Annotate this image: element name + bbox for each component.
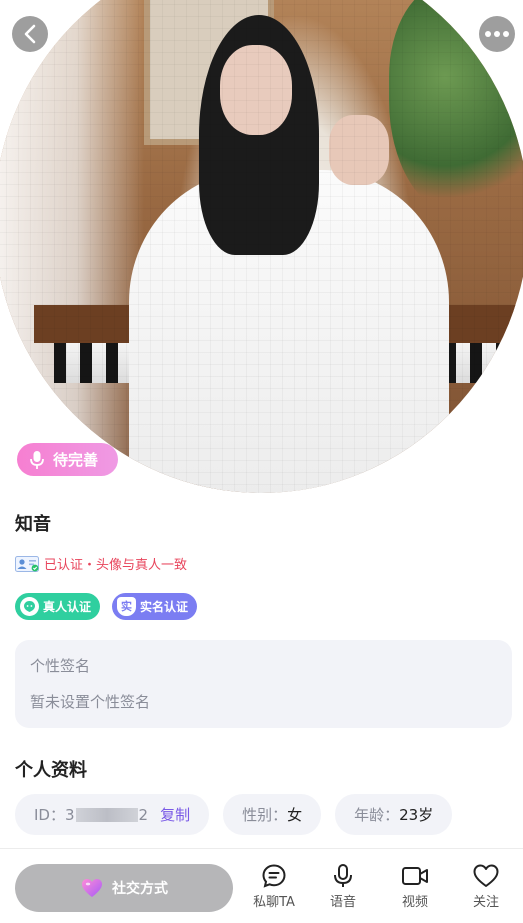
age-label: 年龄：: [354, 806, 400, 824]
profile-name: 知音: [15, 514, 51, 535]
private-chat-button[interactable]: 私聊TA: [244, 863, 304, 910]
age-chip: 年龄： 23岁: [335, 794, 453, 835]
real-name-badge-label: 实名认证: [140, 600, 189, 614]
private-chat-label: 私聊TA: [253, 895, 295, 910]
gender-value: 女: [287, 806, 303, 824]
id-redaction-mask: [75, 807, 138, 822]
voice-call-button[interactable]: 语音: [313, 863, 373, 910]
personal-info-chips: ID：3 2 复制 性别： 女 年龄： 23岁: [15, 794, 466, 835]
gender-label: 性别：: [242, 806, 288, 824]
certification-badges: 真人认证 实 实名认证: [15, 593, 209, 620]
microphone-icon: [334, 864, 352, 887]
microphone-icon: [30, 450, 44, 469]
bottom-action-bar: 社交方式 私聊TA 语音 视频 关注: [0, 848, 523, 923]
verification-text: 已认证・头像与真人一致: [44, 558, 188, 573]
copy-id-button[interactable]: 复制: [160, 804, 190, 825]
real-person-badge[interactable]: 真人认证: [15, 593, 101, 620]
voice-intro-badge[interactable]: 待完善: [17, 443, 118, 476]
profile-hero: 待完善: [0, 0, 523, 493]
pixelation-overlay: [0, 0, 523, 493]
follow-button[interactable]: 关注: [456, 863, 516, 910]
chat-bubble-icon: [262, 864, 286, 888]
back-button[interactable]: [12, 16, 48, 52]
id-chip: ID：3 2 复制: [15, 794, 210, 835]
id-suffix: 2: [138, 805, 149, 824]
more-options-button[interactable]: [479, 16, 515, 52]
voice-call-label: 语音: [329, 895, 356, 910]
age-value: 23岁: [399, 806, 434, 824]
heart-gem-icon: [82, 879, 102, 897]
voice-badge-label: 待完善: [53, 451, 99, 469]
gender-chip: 性别： 女: [223, 794, 322, 835]
video-call-button[interactable]: 视频: [385, 863, 445, 910]
social-contact-button[interactable]: 社交方式: [15, 864, 233, 912]
id-card-icon: [15, 555, 39, 572]
signature-text: 暂未设置个性签名: [30, 693, 151, 711]
personal-info-title: 个人资料: [15, 760, 87, 781]
face-verify-icon: [20, 597, 39, 616]
real-person-badge-label: 真人认证: [43, 600, 92, 614]
chevron-left-icon: [24, 24, 36, 44]
profile-photo[interactable]: [0, 0, 523, 493]
video-camera-icon: [402, 867, 428, 885]
more-dots-icon: [485, 31, 509, 37]
id-prefix: ID：3: [34, 806, 75, 824]
verification-status: 已认证・头像与真人一致: [15, 554, 187, 573]
real-name-badge[interactable]: 实 实名认证: [112, 593, 198, 620]
social-contact-label: 社交方式: [112, 881, 168, 897]
shield-real-icon: 实: [117, 597, 137, 616]
heart-outline-icon: [473, 864, 499, 887]
video-call-label: 视频: [401, 895, 428, 910]
signature-title: 个性签名: [30, 657, 91, 675]
signature-card: 个性签名 暂未设置个性签名: [15, 640, 512, 728]
follow-label: 关注: [472, 895, 499, 910]
